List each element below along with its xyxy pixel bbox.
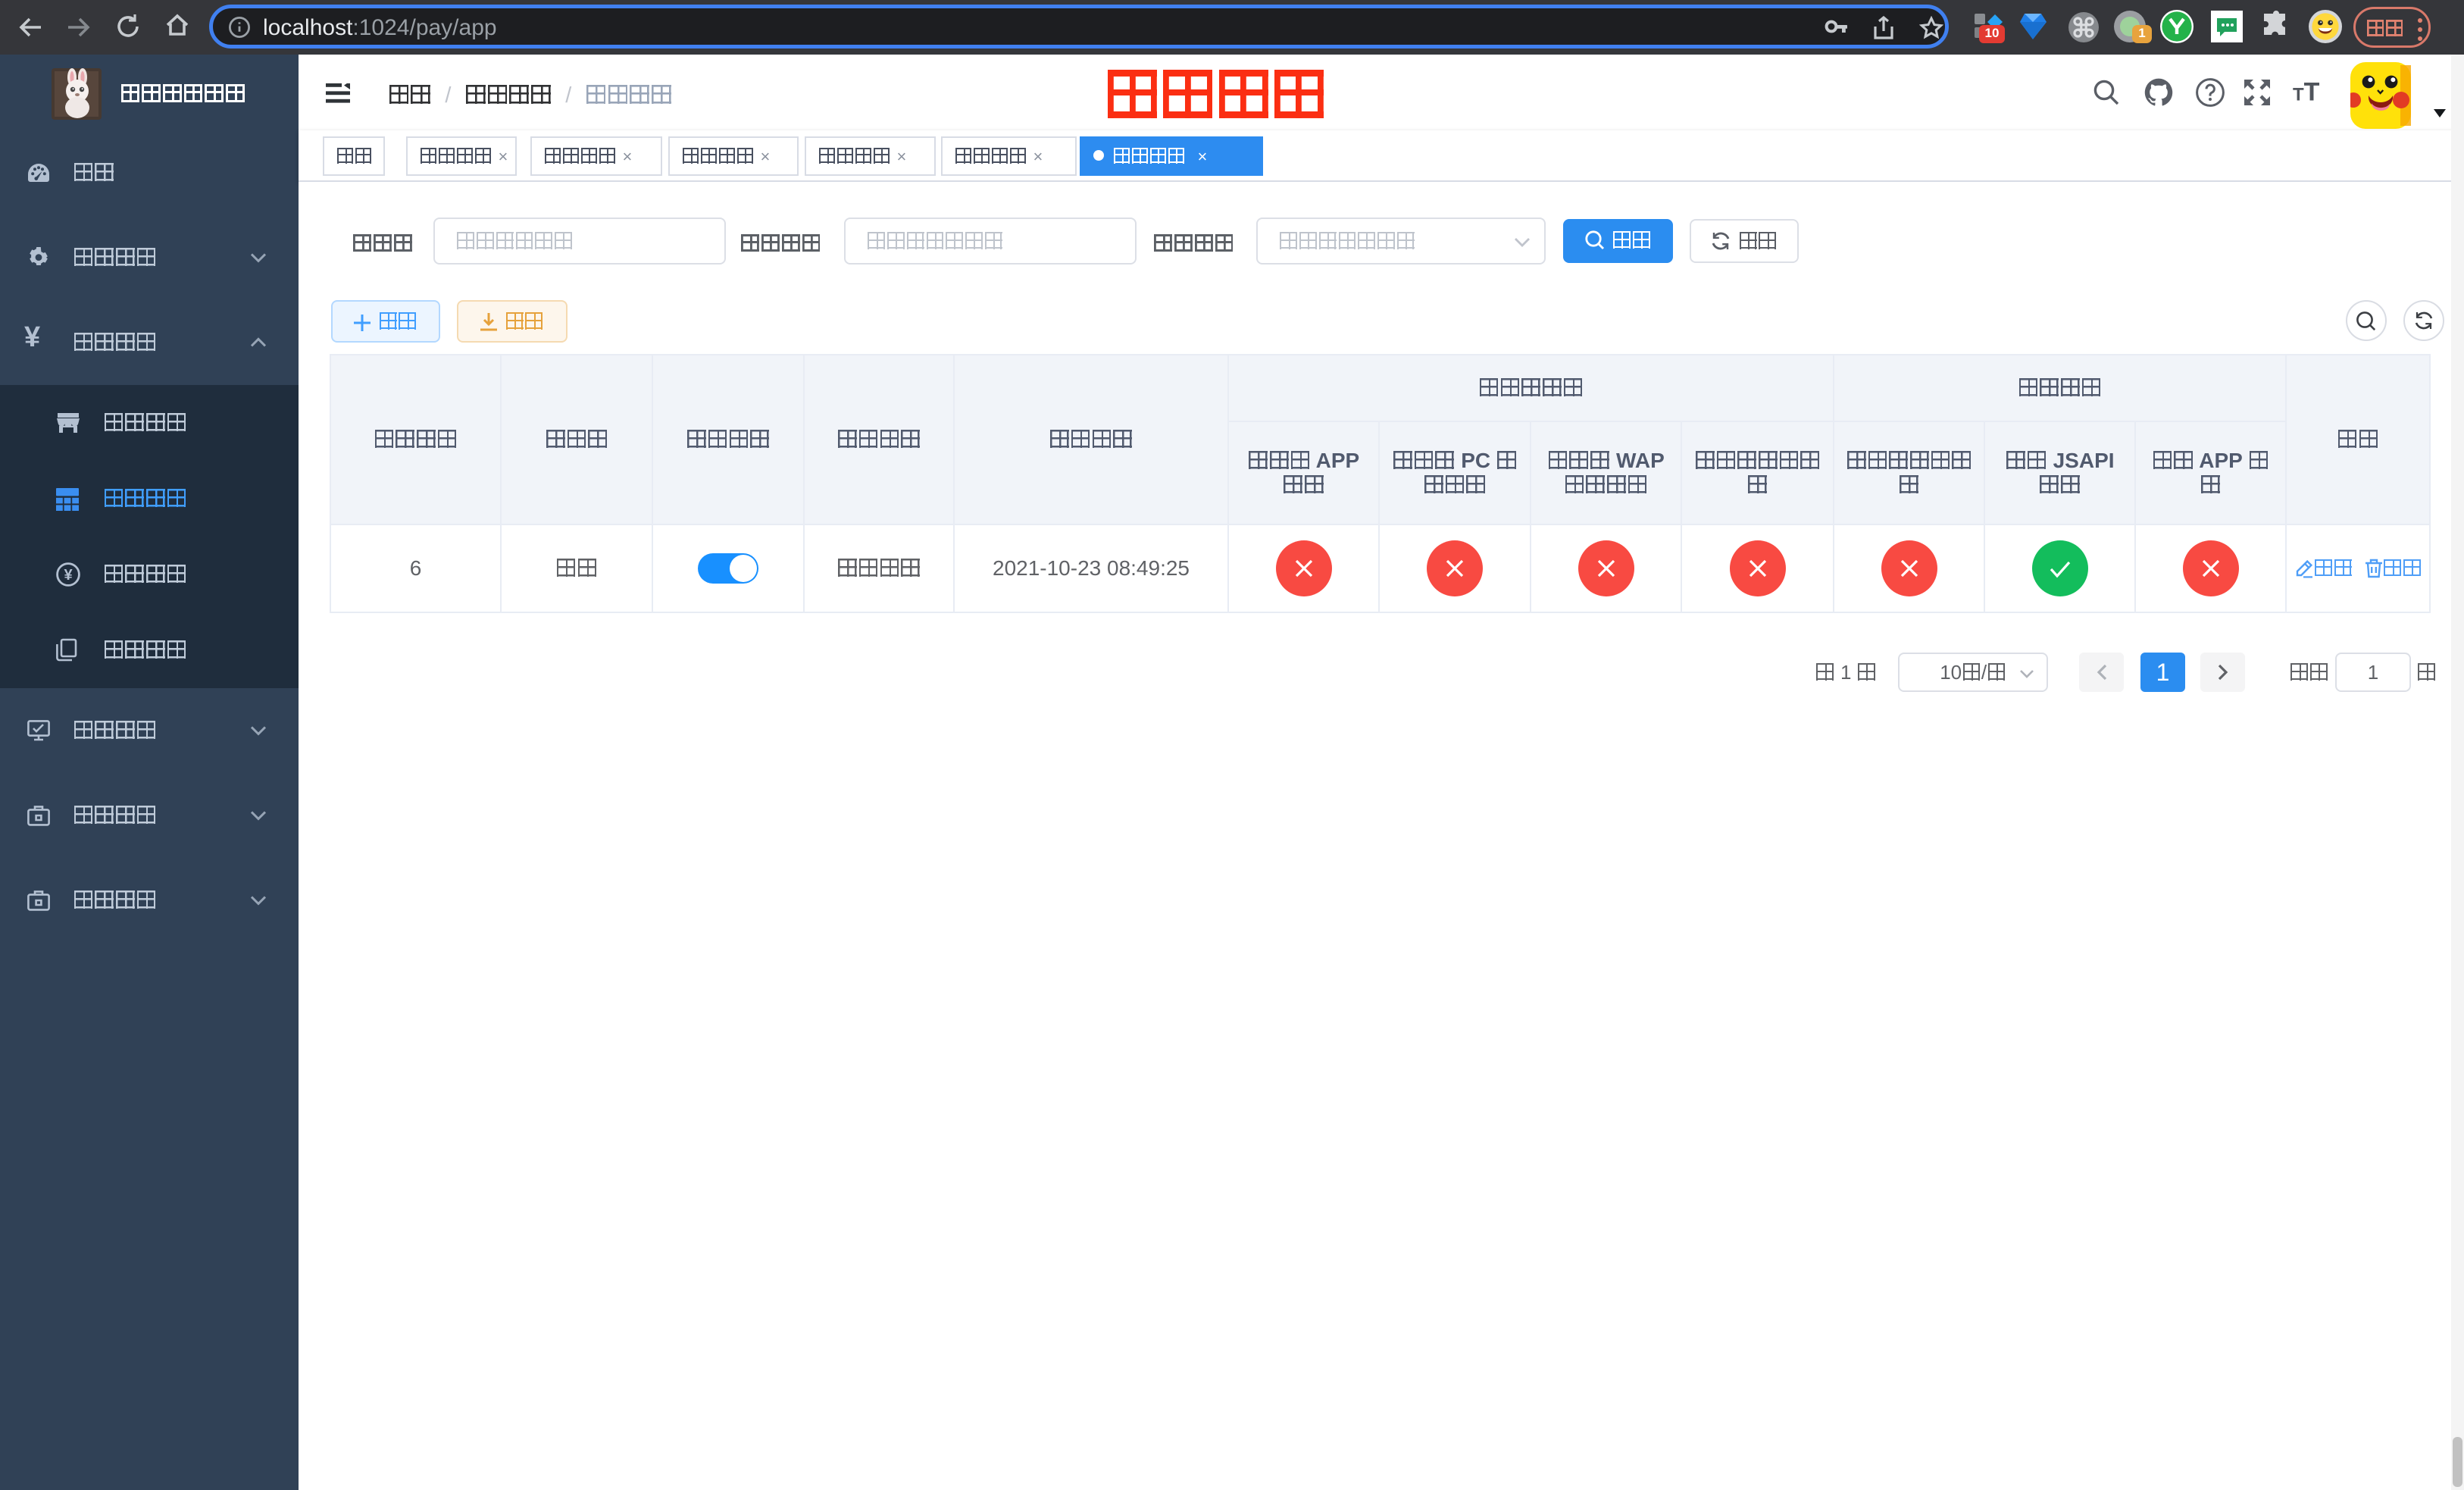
- svg-text:¥: ¥: [64, 567, 73, 584]
